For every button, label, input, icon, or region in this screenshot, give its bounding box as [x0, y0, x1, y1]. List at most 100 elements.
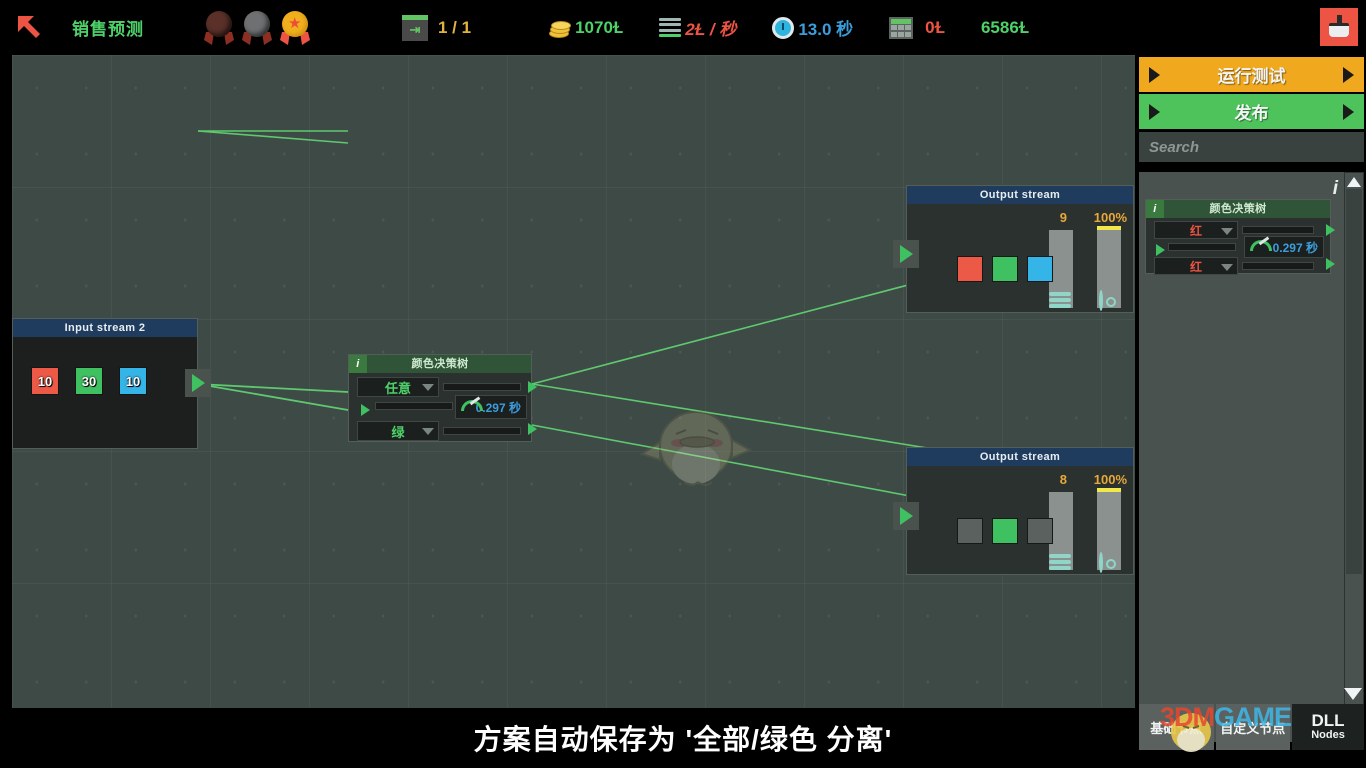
cost-value: 0Ɫ — [925, 17, 945, 37]
back-arrow-icon[interactable] — [10, 9, 50, 47]
node-palette-list[interactable]: i i 颜色决策树 红 0.297 秒 红 — [1139, 172, 1346, 742]
node-info-icon[interactable]: i — [349, 355, 367, 373]
chevron-down-icon[interactable] — [1221, 264, 1233, 271]
publish-button[interactable]: 发布 — [1139, 94, 1364, 129]
rate-icon — [659, 17, 682, 38]
rate-value: 2Ɫ / 秒 — [685, 20, 737, 39]
node-title: Input stream 2 — [13, 319, 197, 337]
node-output-stream-bottom[interactable]: Output stream 8 100% — [893, 447, 1134, 575]
clear-canvas-button[interactable] — [1320, 8, 1358, 46]
scroll-up-arrow[interactable] — [1347, 177, 1361, 187]
watermark-bird-icon — [1171, 713, 1211, 752]
chevron-down-icon[interactable] — [1221, 228, 1233, 235]
total-value: 6586Ɫ — [980, 17, 1030, 37]
slot-bar-bottom — [443, 427, 521, 435]
input-swatch-red[interactable]: 10 — [31, 367, 59, 395]
output-accuracy: 100% — [1093, 210, 1127, 225]
layers-icon[interactable] — [1049, 292, 1071, 312]
node-input-stream[interactable]: Input stream 2 10 30 10 — [12, 318, 211, 449]
brush-icon — [1328, 15, 1350, 39]
dll-tab-subtitle: Nodes — [1311, 729, 1345, 742]
play-icon-left — [1149, 66, 1160, 83]
gold-medal: ★ — [278, 10, 312, 46]
time-value: 13.0 秒 — [798, 20, 854, 39]
coins-icon — [549, 18, 572, 38]
output-input-port[interactable] — [893, 502, 919, 530]
input-port[interactable] — [355, 400, 375, 420]
search-input[interactable]: Search — [1139, 132, 1364, 162]
right-panel: 运行测试 发布 Search i i 颜色决策树 红 0.297 秒 红 自定义… — [1137, 55, 1366, 768]
palette-node-info-icon[interactable]: i — [1146, 200, 1164, 218]
target-icon[interactable] — [1099, 290, 1121, 312]
chevron-down-icon[interactable] — [422, 428, 434, 435]
node-color-decision-tree[interactable]: i 颜色决策树 任意 0.297 秒 绿 — [348, 354, 537, 442]
money-value: 1070Ɫ — [575, 17, 624, 37]
output-accuracy: 100% — [1093, 472, 1127, 487]
output-swatch-green — [992, 256, 1018, 282]
node-output-stream-top[interactable]: Output stream 9 100% — [893, 185, 1134, 313]
palette-slot-top — [1242, 226, 1314, 234]
output-swatch-red — [957, 518, 983, 544]
output-port-bottom[interactable] — [521, 419, 543, 439]
target-icon[interactable] — [1099, 552, 1121, 574]
palette-node-title: 颜色决策树 — [1209, 203, 1267, 215]
input-output-port[interactable] — [185, 369, 211, 397]
scrollbar-thumb[interactable] — [1346, 189, 1362, 574]
palette-gauge-value: 0.297 秒 — [1272, 240, 1318, 255]
bronze-medal — [202, 10, 236, 46]
gauge-icon — [1250, 236, 1272, 254]
palette-output-bottom[interactable] — [1320, 255, 1340, 273]
game-window: 销售预测 ★ ⇥ 1 / 1 1070Ɫ 2Ɫ / 秒 13.0 秒 0Ɫ 65… — [0, 0, 1366, 768]
node-title: 颜色决策树 — [411, 358, 469, 370]
palette-dropdown-bottom[interactable]: 红 — [1154, 257, 1238, 275]
tab-dll-nodes[interactable]: DLL Nodes — [1292, 704, 1364, 750]
stat-total: 6586Ɫ — [981, 18, 1029, 38]
input-swatch-green[interactable]: 30 — [75, 367, 103, 395]
palette-speed-gauge: 0.297 秒 — [1244, 236, 1324, 258]
palette-node-color-decision-tree[interactable]: i 颜色决策树 红 0.297 秒 红 — [1145, 199, 1335, 275]
palette-slot-middle — [1168, 243, 1236, 251]
palette-scrollbar[interactable] — [1344, 172, 1364, 742]
output-swatch-red — [957, 256, 983, 282]
output-count: 8 — [1059, 472, 1067, 487]
node-graph-canvas[interactable]: Input stream 2 10 30 10 i 颜色决策树 任意 0.297… — [12, 55, 1135, 708]
gauge-icon — [461, 396, 483, 414]
node-title: Output stream — [907, 186, 1133, 204]
play-icon-right — [1343, 103, 1354, 120]
stage-indicator: ⇥ 1 / 1 — [402, 14, 472, 41]
stat-cost: 0Ɫ — [889, 16, 945, 39]
dropdown-condition-top[interactable]: 任意 — [357, 377, 439, 397]
speed-gauge: 0.297 秒 — [455, 395, 527, 419]
tab-custom-nodes[interactable]: 自定义节点 — [1215, 704, 1290, 750]
input-swatch-row: 10 30 10 — [13, 337, 197, 395]
calculator-icon — [889, 16, 914, 39]
layers-icon[interactable] — [1049, 554, 1071, 574]
run-test-button[interactable]: 运行测试 — [1139, 57, 1364, 92]
run-test-label: 运行测试 — [1217, 67, 1286, 86]
dropdown-condition-bottom[interactable]: 绿 — [357, 421, 439, 441]
output-count: 9 — [1059, 210, 1067, 225]
stopwatch-icon — [772, 16, 795, 39]
output-port-top[interactable] — [521, 377, 543, 397]
top-toolbar: 销售预测 ★ ⇥ 1 / 1 1070Ɫ 2Ɫ / 秒 13.0 秒 0Ɫ 65… — [0, 0, 1366, 55]
dll-tab-title: DLL — [1311, 711, 1345, 731]
slot-bar-middle — [375, 402, 453, 410]
palette-slot-bottom — [1242, 262, 1314, 270]
panel-collapse-arrow[interactable] — [1344, 688, 1362, 700]
palette-dropdown-top[interactable]: 红 — [1154, 221, 1238, 239]
output-swatch-green — [992, 518, 1018, 544]
chevron-down-icon[interactable] — [422, 384, 434, 391]
stage-progress: 1 / 1 — [438, 17, 472, 37]
input-swatch-blue[interactable]: 10 — [119, 367, 147, 395]
medal-group: ★ — [202, 10, 312, 46]
decision-row-bottom: 绿 — [357, 421, 521, 441]
slot-bar-top — [443, 383, 521, 391]
info-icon[interactable]: i — [1333, 178, 1338, 200]
stats-group: 1070Ɫ 2Ɫ / 秒 13.0 秒 0Ɫ 6586Ɫ — [549, 15, 1029, 40]
output-swatch-blue — [1027, 518, 1053, 544]
stat-rate: 2Ɫ / 秒 — [659, 15, 736, 40]
play-icon-left — [1149, 103, 1160, 120]
output-input-port[interactable] — [893, 240, 919, 268]
stat-time: 13.0 秒 — [772, 15, 853, 40]
play-icon-right — [1343, 66, 1354, 83]
